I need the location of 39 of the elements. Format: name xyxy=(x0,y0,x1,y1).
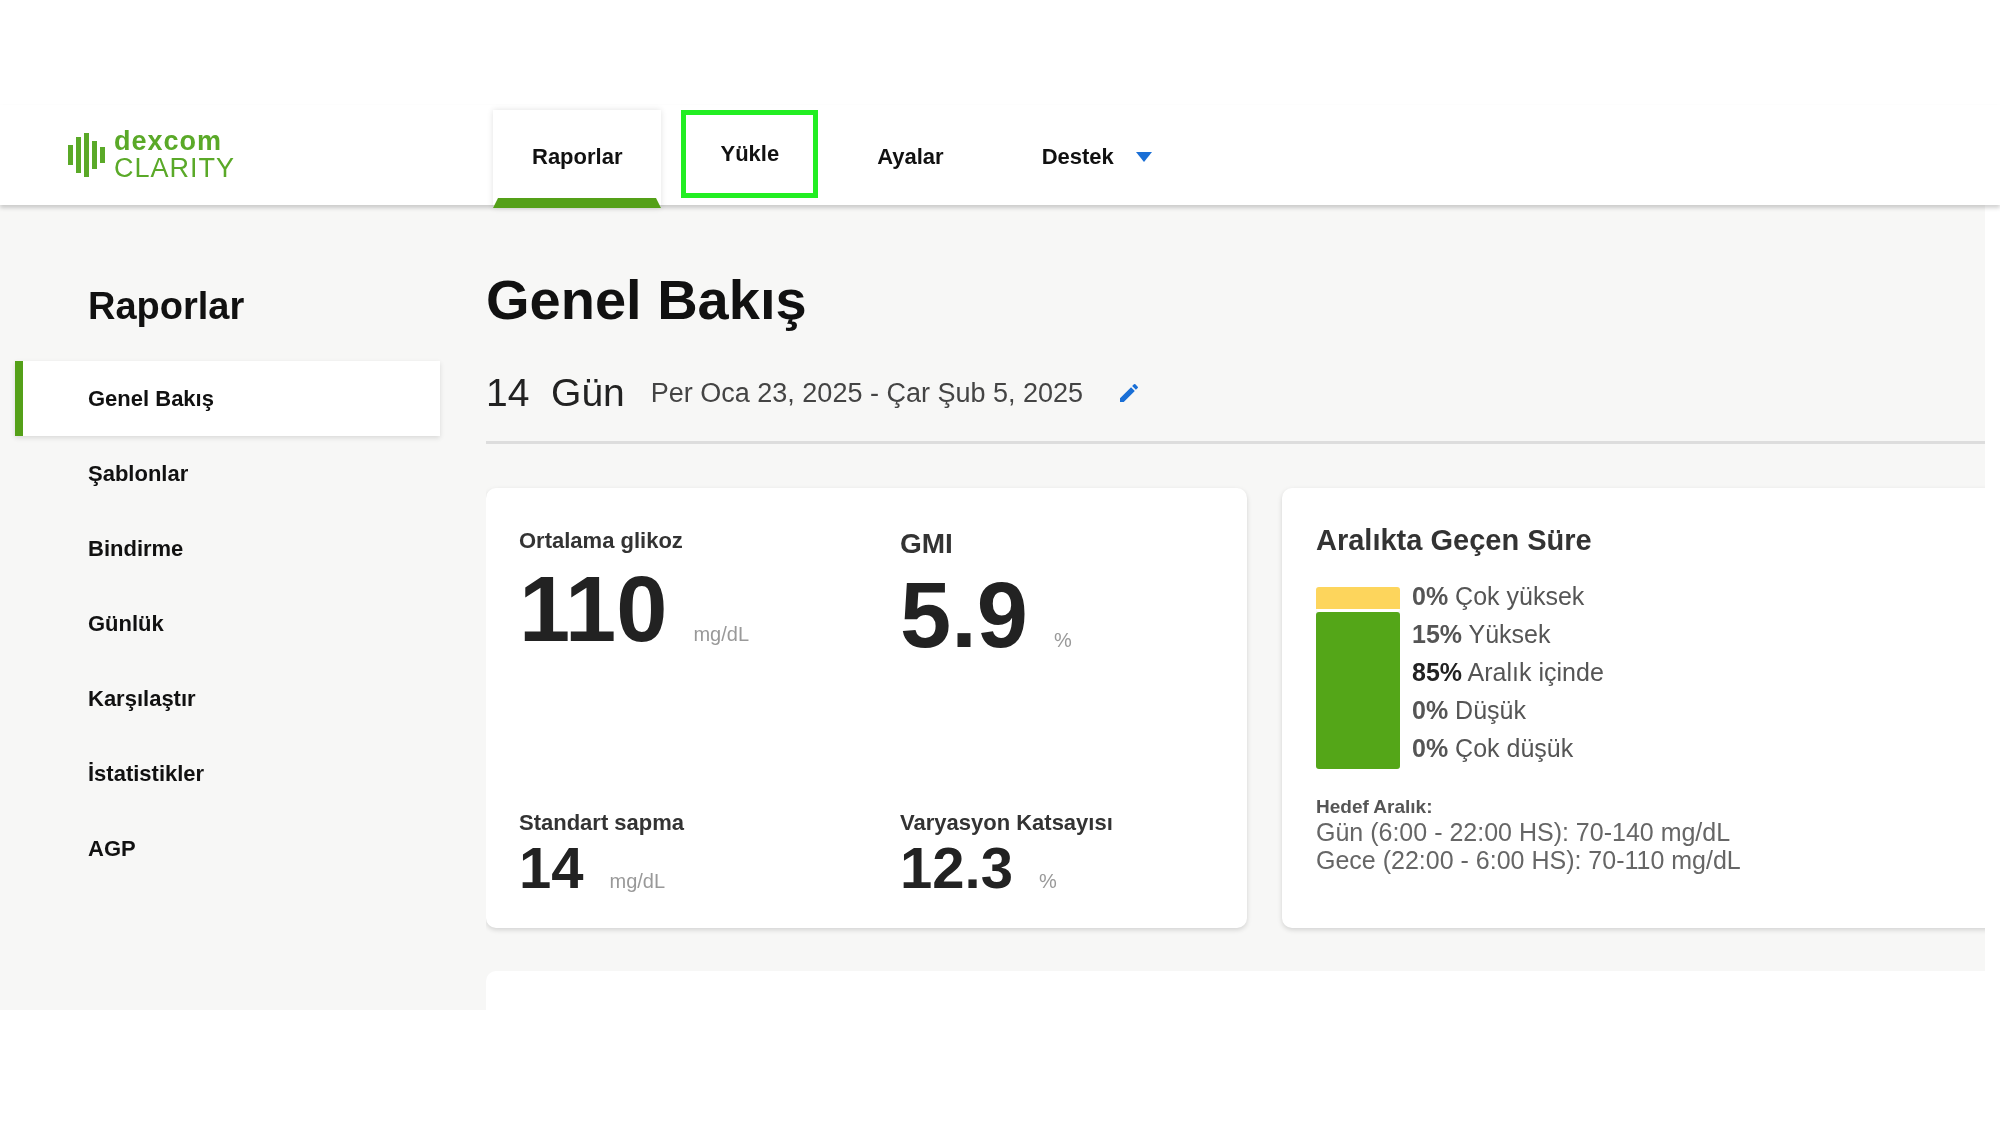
stat-value: 110 xyxy=(519,557,668,662)
stat-label: Ortalama glikoz xyxy=(519,528,684,554)
stat-unit: mg/dL xyxy=(609,870,666,893)
stat-label: Varyasyon Katsayısı xyxy=(900,810,1114,836)
sidebar-title: Raporlar xyxy=(88,284,246,329)
card-title: Aralıkta Geçen Süre xyxy=(1316,524,1593,557)
range-row-text: 15% Yüksek xyxy=(1412,619,1552,650)
range-row-text: 0% Düşük xyxy=(1412,695,1527,726)
sidebar-item[interactable]: Karşılaştır xyxy=(15,661,440,736)
stat-label: GMI xyxy=(900,528,954,560)
range-row-text: 85% Aralık içinde xyxy=(1412,657,1604,688)
sidebar-item[interactable]: Bindirme xyxy=(15,511,440,586)
logo-wordmark: dexcom xyxy=(114,128,224,155)
stat-unit: % xyxy=(1053,629,1072,652)
target-range-label: Hedef Aralık: xyxy=(1316,796,1434,818)
sidebar-item[interactable]: Günlük xyxy=(15,586,440,661)
stat-value: 5.9 xyxy=(900,563,1028,668)
sidebar-item[interactable]: Genel Bakış xyxy=(15,361,440,436)
caret-icon xyxy=(1135,151,1152,162)
nav-tab[interactable]: Ayalar xyxy=(838,110,983,208)
stat-label: Standart sapma xyxy=(519,810,686,836)
page-title: Genel Bakış xyxy=(486,267,808,333)
range-row-text: 0% Çok yüksek xyxy=(1412,581,1586,612)
logo-product-name: CLARITY xyxy=(114,155,236,182)
sidebar-item[interactable]: İstatistikler xyxy=(15,736,440,811)
sidebar-item[interactable]: AGP xyxy=(15,811,440,886)
nav-dropdown[interactable]: Destek xyxy=(1002,110,1191,208)
range-row-text: 0% Çok düşük xyxy=(1412,733,1575,764)
stat-value: 12.3 xyxy=(900,836,1013,900)
sidebar-item[interactable]: Şablonlar xyxy=(15,436,440,511)
target-range-text: Gece (22:00 - 6:00 HS): 70-110 mg/dL xyxy=(1316,846,1742,874)
stat-value: 14 xyxy=(519,836,584,900)
stat-unit: % xyxy=(1038,870,1057,893)
logo-bars-icon xyxy=(68,133,108,177)
day-count: 14 Gün xyxy=(486,371,625,415)
date-range: Per Oca 23, 2025 - Çar Şub 5, 2025 xyxy=(650,377,1084,409)
nav-tab[interactable]: Yükle xyxy=(681,110,819,198)
target-range-text: Gün (6:00 - 22:00 HS): 70-140 mg/dL xyxy=(1316,818,1732,846)
stat-unit: mg/dL xyxy=(693,623,749,646)
